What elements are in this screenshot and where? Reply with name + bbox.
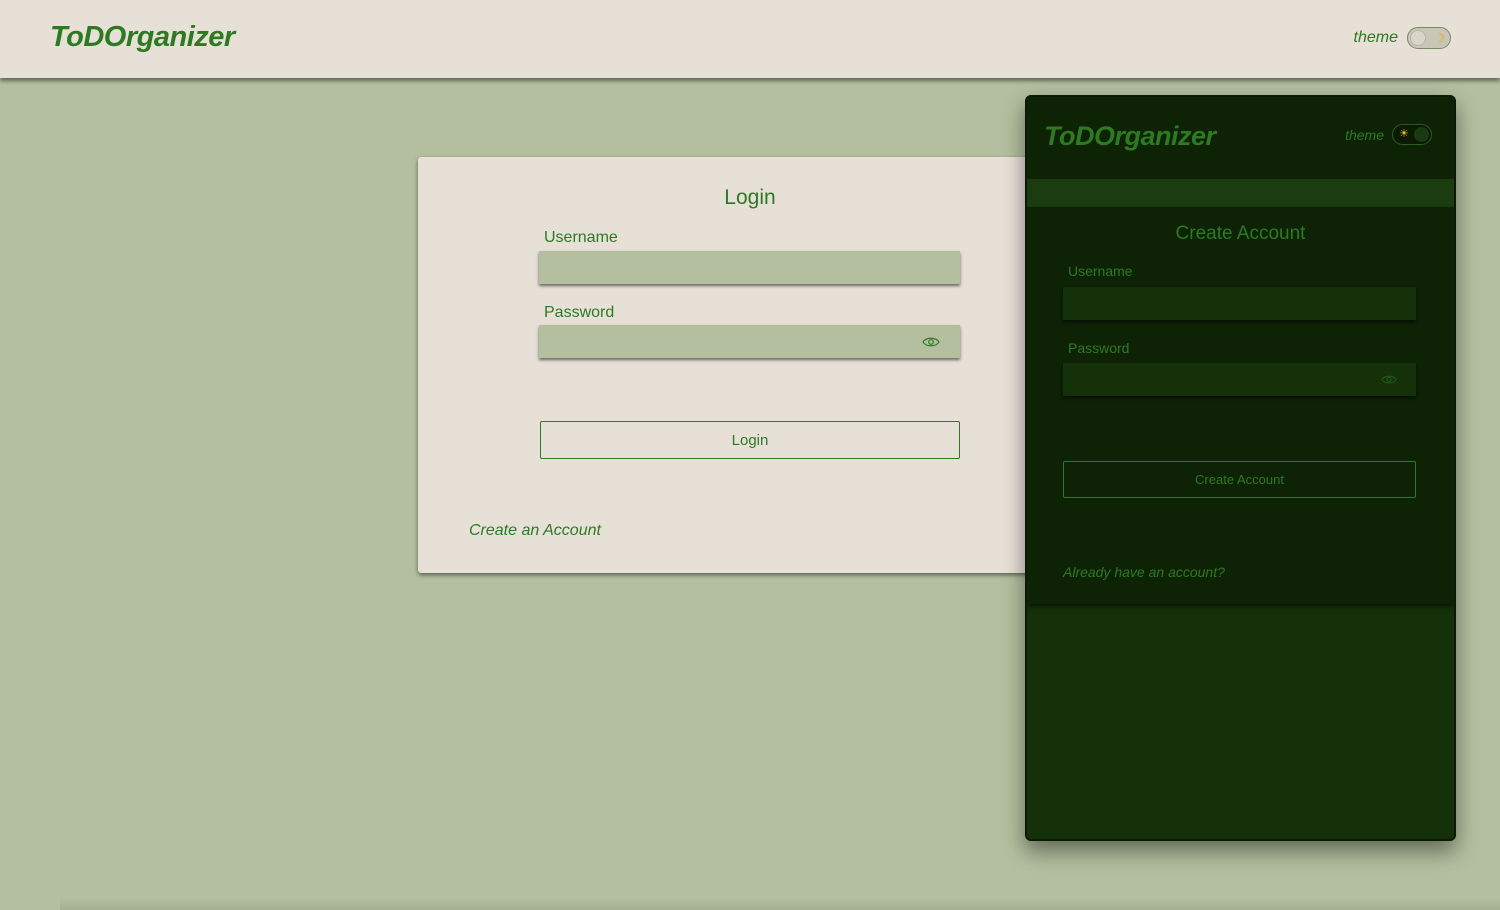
dark-theme-switcher: theme ☀ (1345, 124, 1432, 145)
bottom-shadow (60, 898, 1500, 910)
signup-password-input[interactable] (1063, 363, 1416, 396)
app-logo[interactable]: ToDOrganizer (50, 21, 235, 54)
eye-icon[interactable] (1381, 374, 1397, 385)
login-button[interactable]: Login (540, 421, 960, 459)
create-account-link[interactable]: Create an Account (469, 522, 601, 540)
login-card: Login Username Password Login Create an … (418, 157, 1058, 573)
username-input[interactable] (539, 251, 960, 284)
create-account-title: Create Account (1175, 223, 1306, 244)
theme-label: theme (1353, 29, 1398, 46)
eye-icon[interactable] (922, 336, 940, 348)
top-navbar: ToDOrganizer theme ☽ (0, 0, 1500, 78)
already-have-account-link[interactable]: Already have an account? (1063, 564, 1225, 580)
signup-username-label: Username (1068, 263, 1133, 279)
dark-spacer-strip (1027, 179, 1454, 207)
dark-toggle-knob (1414, 127, 1429, 142)
password-input[interactable] (539, 325, 960, 358)
signup-username-input[interactable] (1063, 287, 1416, 320)
password-label: Password (544, 304, 615, 321)
signup-password-label: Password (1068, 340, 1130, 356)
dark-theme-preview: ToDOrganizer theme ☀ Create Account User… (1025, 95, 1456, 841)
dark-theme-toggle[interactable]: ☀ (1392, 124, 1432, 145)
create-account-card: Create Account Username Password Create … (1027, 207, 1454, 604)
theme-switcher: theme ☽ (1354, 27, 1451, 49)
username-label: Username (544, 229, 618, 246)
toggle-knob (1410, 30, 1426, 46)
theme-toggle[interactable]: ☽ (1407, 27, 1451, 49)
sun-icon: ☀ (1399, 128, 1409, 140)
dark-theme-label: theme (1345, 126, 1384, 143)
login-title: Login (724, 186, 776, 209)
dark-navbar: ToDOrganizer theme ☀ (1027, 97, 1454, 179)
create-account-button[interactable]: Create Account (1063, 461, 1416, 498)
dark-app-logo[interactable]: ToDOrganizer (1044, 121, 1216, 152)
moon-icon: ☽ (1434, 31, 1445, 45)
